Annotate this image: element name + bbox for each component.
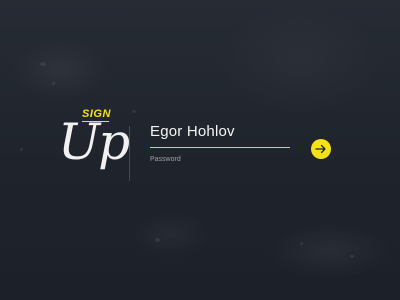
background-speck xyxy=(350,255,354,258)
arrow-right-icon xyxy=(315,144,326,154)
sign-up-form: SIGN Up Egor Hohlov Password xyxy=(58,106,348,186)
background-speck xyxy=(155,238,160,242)
name-field[interactable]: Egor Hohlov xyxy=(150,123,235,140)
background-speck xyxy=(40,62,46,66)
up-label: Up xyxy=(58,113,130,171)
submit-button[interactable] xyxy=(311,139,331,159)
vertical-divider xyxy=(129,126,130,181)
background-speck xyxy=(20,148,23,151)
sign-up-heading: SIGN Up xyxy=(58,106,138,181)
background-speck xyxy=(300,242,303,245)
password-field[interactable]: Password xyxy=(150,156,181,163)
name-field-underline xyxy=(150,147,290,148)
background-speck xyxy=(52,82,55,85)
